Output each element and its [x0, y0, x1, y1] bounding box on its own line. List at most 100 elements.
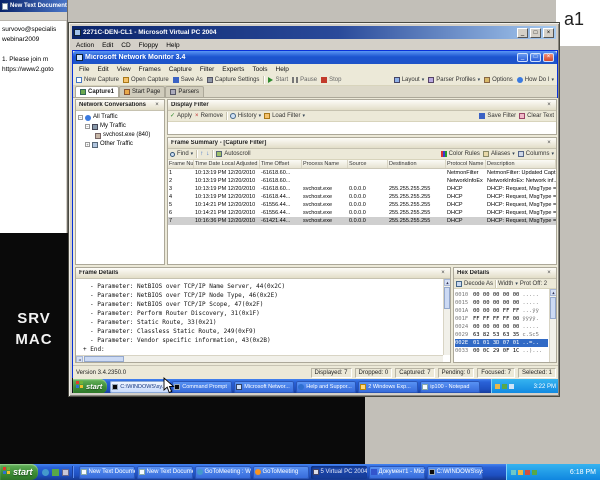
close-panel-icon[interactable]: ×	[153, 102, 161, 108]
vpc-menu-item[interactable]: Floppy	[135, 42, 163, 49]
close-panel-icon[interactable]: ×	[545, 102, 553, 108]
hex-line[interactable]: 0029 63 82 53 63 35 c.Sc5	[455, 331, 548, 339]
save-filter-button[interactable]: Save Filter	[479, 113, 516, 119]
frame-detail-line[interactable]: - Parameter: Vendor specific information…	[76, 336, 442, 345]
frame-detail-line[interactable]: - Parameter: Classless Static Route, 249…	[76, 327, 442, 336]
close-panel-icon[interactable]: ×	[439, 270, 447, 276]
host-taskbar-button[interactable]: Документ1 - Micro...	[369, 466, 425, 479]
tab-capture1[interactable]: Capture1	[75, 86, 119, 97]
host-taskbar-button[interactable]: 5 Virtual PC 2004	[311, 466, 367, 479]
column-header[interactable]: Source	[348, 160, 388, 168]
frame-row[interactable]: 5 10:14:21 PM 12/20/2010 -61556.44... sv…	[168, 201, 556, 209]
host-taskbar-button[interactable]: New Text Documen...	[137, 466, 193, 479]
vm-taskbar-button[interactable]: ip100 - Notepad	[420, 381, 480, 393]
tray-icon-3[interactable]	[525, 470, 530, 475]
layout-button[interactable]: Layout▾	[394, 77, 425, 83]
host-taskbar-button[interactable]: GoToMeeting	[253, 466, 309, 479]
column-header[interactable]: Frame Number	[168, 160, 194, 168]
move-up-button[interactable]: ↑	[200, 151, 203, 157]
quick-launch-ie-icon[interactable]	[42, 469, 49, 476]
columns-button[interactable]: Columns▾	[518, 151, 554, 157]
frame-detail-line[interactable]: - Parameter: NetBIOS over TCP/IP Scope, …	[76, 300, 442, 309]
color-rules-button[interactable]: Color Rules	[441, 151, 480, 157]
tree-item-all-traffic[interactable]: −All Traffic	[76, 113, 164, 122]
hex-line[interactable]: 0033 00 0C 29 0F 1C ..)...	[455, 347, 548, 355]
frame-row[interactable]: 3 10:13:19 PM 12/20/2010 -61618.60... sv…	[168, 185, 556, 193]
expand-icon[interactable]: +	[85, 142, 90, 147]
remove-filter-button[interactable]: ×Remove	[195, 113, 223, 119]
notepad-menu-bar[interactable]	[0, 12, 67, 21]
frame-row[interactable]: 4 10:13:19 PM 12/20/2010 -61618.44... sv…	[168, 193, 556, 201]
frame-detail-line[interactable]: - Parameter: NetBIOS over TCP/IP Node Ty…	[76, 291, 442, 300]
vm-taskbar-button[interactable]: Help and Suppor...	[296, 381, 356, 393]
hex-line[interactable]: 001A 00 00 00 FF FF ...ÿÿ	[455, 307, 548, 315]
netmon-title-bar[interactable]: Microsoft Network Monitor 3.4 _ □ ×	[73, 51, 557, 64]
stop-capture-button[interactable]: Stop	[321, 77, 341, 83]
hex-line[interactable]: 0015 00 00 00 00 00 .....	[455, 299, 548, 307]
tab-parsers[interactable]: Parsers	[165, 86, 204, 97]
quick-launch-icon-2[interactable]	[52, 469, 59, 476]
aliases-button[interactable]: Aliases▾	[483, 151, 515, 157]
vpc-maximize-button[interactable]: □	[530, 28, 541, 38]
netmon-menu-item[interactable]: Experts	[218, 66, 248, 73]
column-header[interactable]: Time Date Local Adjusted	[194, 160, 260, 168]
netmon-menu-item[interactable]: View	[113, 66, 135, 73]
column-header[interactable]: Destination	[388, 160, 446, 168]
save-as-button[interactable]: Save As	[173, 77, 203, 83]
tab-start-page[interactable]: Start Page	[119, 86, 165, 97]
frame-detail-line[interactable]: - Parameter: NetBIOS over TCP/IP Name Se…	[76, 282, 442, 291]
tray-icon-1[interactable]	[511, 470, 516, 475]
vpc-close-button[interactable]: ×	[543, 28, 554, 38]
vm-start-button[interactable]: start	[73, 379, 107, 393]
scrollbar-thumb[interactable]	[84, 356, 124, 362]
tray-icon-2[interactable]	[502, 384, 507, 389]
tray-icon-2[interactable]	[518, 470, 523, 475]
tray-icon-1[interactable]	[495, 384, 500, 389]
apply-filter-button[interactable]: ✓Apply	[170, 113, 192, 119]
host-start-button[interactable]: start	[0, 464, 38, 480]
show-desktop-icon[interactable]	[62, 469, 69, 476]
collapse-icon[interactable]: −	[85, 124, 90, 129]
autoscroll-button[interactable]: Autoscroll	[216, 151, 250, 157]
vpc-title-bar[interactable]: 2271C-DEN-CL1 - Microsoft Virtual PC 200…	[72, 26, 556, 39]
netmon-menu-item[interactable]: Tools	[248, 66, 271, 73]
start-capture-button[interactable]: Start	[268, 77, 288, 83]
new-capture-button[interactable]: New Capture	[76, 77, 119, 83]
scrollbar-thumb[interactable]	[444, 287, 450, 309]
netmon-maximize-button[interactable]: □	[530, 53, 541, 62]
hex-line[interactable]: 0024 00 00 00 00 00 .....	[455, 323, 548, 331]
notepad-title-bar[interactable]: New Text Document.txt - Notepad	[0, 0, 67, 12]
host-taskbar-button[interactable]: C:\WINDOWS\syst...	[427, 466, 483, 479]
vpc-menu-item[interactable]: Action	[72, 42, 98, 49]
clear-text-button[interactable]: Clear Text	[519, 113, 554, 119]
netmon-menu-item[interactable]: Edit	[93, 66, 112, 73]
frame-row[interactable]: 7 10:16:36 PM 12/20/2010 -61421.44... sv…	[168, 217, 556, 225]
close-panel-icon[interactable]: ×	[545, 270, 553, 276]
display-filter-input[interactable]	[168, 122, 556, 134]
column-header[interactable]: Description	[486, 160, 556, 168]
vm-taskbar-button[interactable]: 2 Windows Exp...	[358, 381, 418, 393]
width-button[interactable]: Width▾	[498, 281, 518, 287]
open-capture-button[interactable]: Open Capture	[123, 77, 169, 83]
vpc-menu-item[interactable]: Help	[162, 42, 183, 49]
scroll-left-icon[interactable]: ◄	[76, 356, 83, 362]
column-header[interactable]: Time Offset	[260, 160, 302, 168]
load-filter-button[interactable]: Load Filter▾	[264, 113, 305, 119]
tray-icon-4[interactable]	[532, 470, 537, 475]
close-panel-icon[interactable]: ×	[545, 140, 553, 146]
vpc-menu-item[interactable]: CD	[117, 42, 134, 49]
tree-item-my-traffic[interactable]: −My Traffic	[76, 122, 164, 131]
frame-detail-line[interactable]: - Parameter: Perform Router Discovery, 3…	[76, 309, 442, 318]
frame-row[interactable]: 2 10:13:19 PM 12/20/2010 -61618.60... Ne…	[168, 177, 556, 185]
frame-row[interactable]: 1 10:13:19 PM 12/20/2010 -61618.60... Ne…	[168, 169, 556, 177]
scroll-up-icon[interactable]: ▲	[444, 279, 450, 286]
hex-line[interactable]: 002E 01 01 3D 07 01 ..=..	[455, 339, 548, 347]
hex-line[interactable]: 0010 00 00 00 00 00 .....	[455, 291, 548, 299]
parser-profiles-button[interactable]: Parser Profiles▾	[428, 77, 480, 83]
netmon-menu-item[interactable]: Capture	[165, 66, 196, 73]
host-taskbar-button[interactable]: GoToMeeting : Web...	[195, 466, 251, 479]
scrollbar-thumb[interactable]	[550, 297, 556, 319]
hex-dump[interactable]: 0010 00 00 00 00 00 ..... 0015 00 00 00 …	[454, 289, 556, 362]
move-down-button[interactable]: ↓	[206, 151, 209, 157]
vertical-scrollbar[interactable]: ▲	[549, 289, 556, 362]
